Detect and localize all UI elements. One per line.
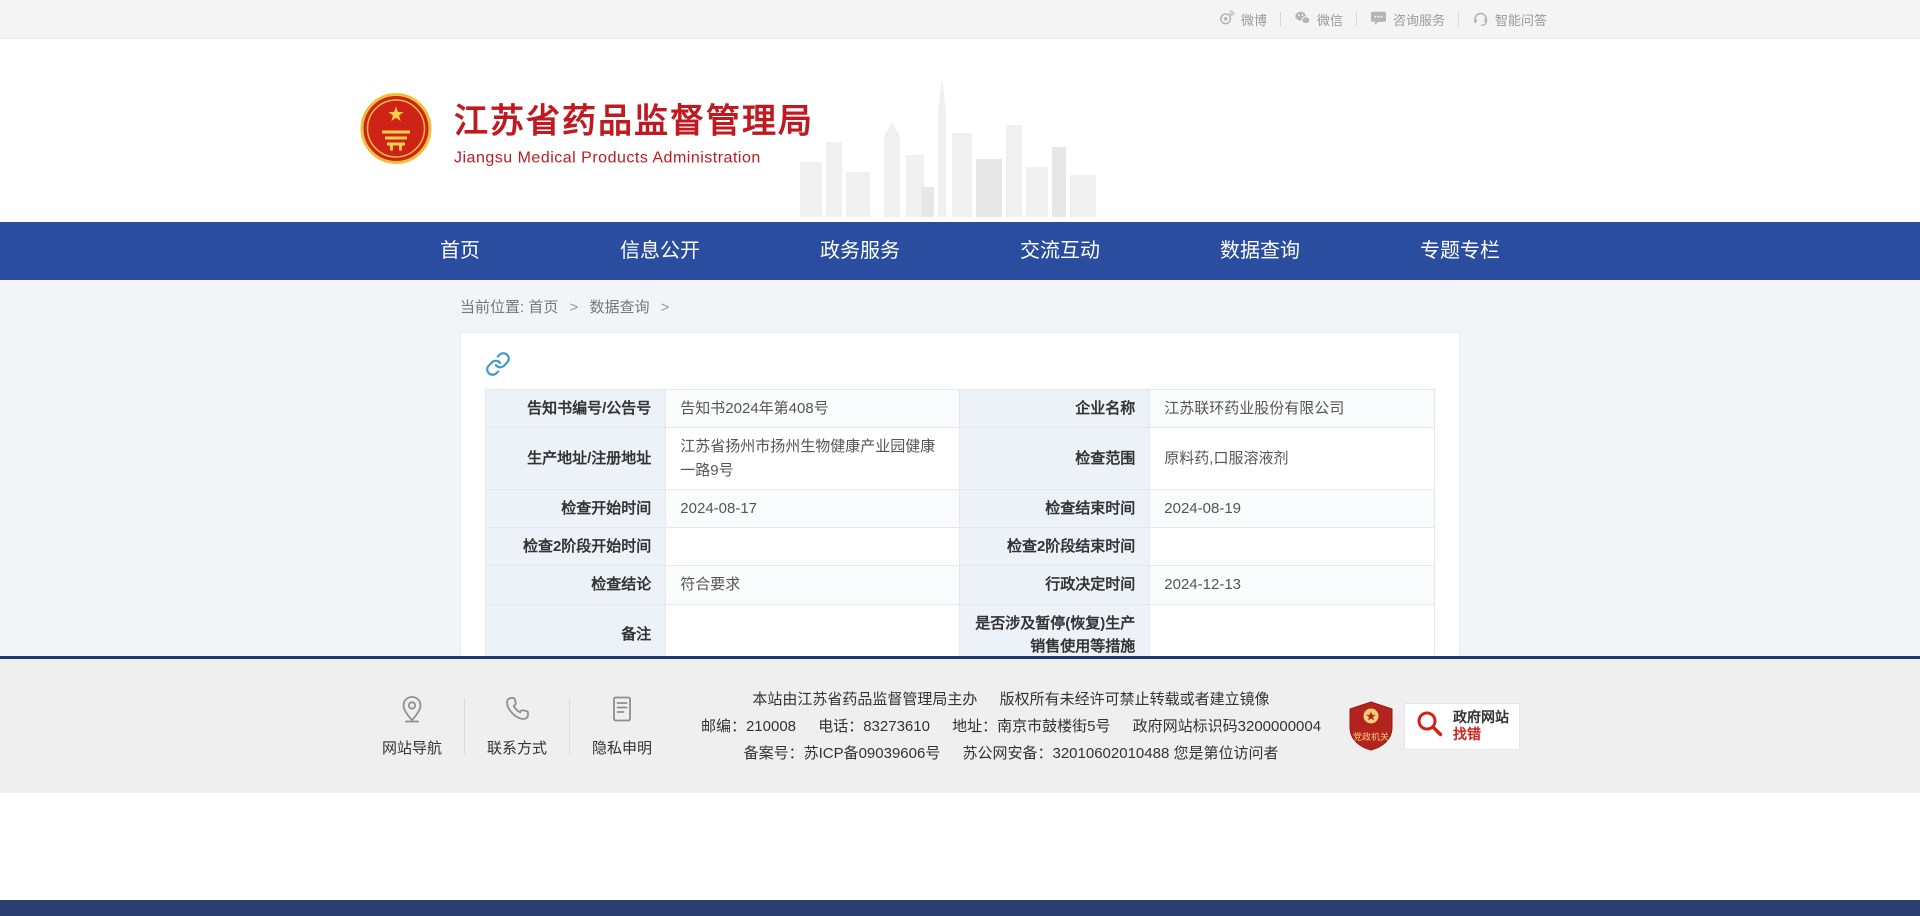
main-content: 当前位置: 首页 > 数据查询 > 告知书编号/公告号 告知书2024年第408…: [0, 280, 1920, 656]
city-skyline-watermark: [800, 67, 1100, 222]
field-value: [666, 528, 960, 566]
field-value: 2024-08-17: [666, 489, 960, 527]
inspection-detail-card: 告知书编号/公告号 告知书2024年第408号 企业名称 江苏联环药业股份有限公…: [460, 332, 1460, 689]
magnifier-icon: [1415, 709, 1445, 744]
field-value: 告知书2024年第408号: [666, 390, 960, 428]
smart-qa-icon: [1472, 9, 1489, 29]
breadcrumb: 当前位置: 首页 > 数据查询 >: [460, 296, 1460, 316]
site-subtitle: Jiangsu Medical Products Administration: [454, 150, 814, 168]
footer-phone: 电话：83273610: [818, 718, 930, 735]
field-label: 企业名称: [960, 390, 1150, 428]
footer-site-id: 政府网站标识码3200000004: [1133, 718, 1321, 735]
footer-address: 地址：南京市鼓楼街5号: [952, 718, 1110, 735]
footer-text: 本站由江苏省药品监督管理局主办 版权所有未经许可禁止转载或者建立镜像 邮编：21…: [674, 686, 1348, 767]
footer-postcode: 邮编：210008: [701, 718, 796, 735]
footer-link-sitemap[interactable]: 网站导航: [360, 694, 464, 758]
weibo-icon: [1218, 9, 1235, 29]
main-nav: 首页 信息公开 政务服务 交流互动 数据查询 专题专栏: [0, 222, 1920, 280]
field-label: 检查范围: [960, 428, 1150, 490]
field-label: 检查开始时间: [486, 489, 666, 527]
topbar-link-weibo[interactable]: 微博: [1205, 9, 1280, 29]
link-icon: [485, 351, 1435, 377]
field-label: 检查结束时间: [960, 489, 1150, 527]
footer-icp-number: 备案号：苏ICP备09039606号: [744, 745, 941, 762]
breadcrumb-link-home[interactable]: 首页: [528, 299, 558, 316]
footer-link-contact[interactable]: 联系方式: [465, 694, 569, 758]
topbar-link-label: 微信: [1317, 10, 1343, 29]
wechat-icon: [1294, 9, 1311, 29]
field-value: 2024-12-13: [1150, 566, 1435, 604]
footer-line-3: 备案号：苏ICP备09039606号 苏公网安备：32010602010488 …: [674, 740, 1348, 767]
footer-spacer: [0, 793, 1920, 900]
field-value: 2024-08-19: [1150, 489, 1435, 527]
topbar-link-consult-service[interactable]: 咨询服务: [1357, 9, 1458, 29]
field-label: 检查2阶段结束时间: [960, 528, 1150, 566]
error-badge-subtitle: 找错: [1453, 726, 1509, 743]
field-value: [1150, 528, 1435, 566]
table-row: 检查2阶段开始时间 检查2阶段结束时间: [486, 528, 1435, 566]
site-title: 江苏省药品监督管理局: [454, 94, 814, 143]
topbar-link-wechat[interactable]: 微信: [1281, 9, 1356, 29]
field-label: 告知书编号/公告号: [486, 390, 666, 428]
utility-topbar: 微博 微信 咨询服务 智能问答: [0, 0, 1920, 39]
footer-link-label: 联系方式: [487, 737, 547, 758]
footer-link-privacy[interactable]: 隐私申明: [570, 694, 674, 758]
footer-security-number: 苏公网安备：32010602010488 您是第位访问者: [963, 745, 1279, 762]
site-header: 江苏省药品监督管理局 Jiangsu Medical Products Admi…: [0, 39, 1920, 222]
nav-item-home[interactable]: 首页: [360, 222, 560, 280]
phone-icon: [502, 694, 532, 728]
topbar-link-label: 微博: [1241, 10, 1267, 29]
field-label: 生产地址/注册地址: [486, 428, 666, 490]
field-label: 检查结论: [486, 566, 666, 604]
brand[interactable]: 江苏省药品监督管理局 Jiangsu Medical Products Admi…: [360, 92, 814, 169]
document-icon: [607, 694, 637, 728]
breadcrumb-link-data-query[interactable]: 数据查询: [589, 299, 649, 316]
field-label: 检查2阶段开始时间: [486, 528, 666, 566]
website-error-correction-badge[interactable]: 政府网站 找错: [1404, 703, 1520, 750]
field-value: 原料药,口服溶液剂: [1150, 428, 1435, 490]
national-emblem: [360, 92, 432, 169]
inspection-table: 告知书编号/公告号 告知书2024年第408号 企业名称 江苏联环药业股份有限公…: [485, 389, 1435, 666]
footer-link-label: 网站导航: [382, 737, 442, 758]
footer-copyright-text: 版权所有未经许可禁止转载或者建立镜像: [1000, 691, 1270, 708]
footer-link-label: 隐私申明: [592, 737, 652, 758]
nav-item-gov-services[interactable]: 政务服务: [760, 222, 960, 280]
nav-item-interaction[interactable]: 交流互动: [960, 222, 1160, 280]
footer-badges: 党政机关 政府网站 找错: [1348, 700, 1520, 752]
nav-item-special-topics[interactable]: 专题专栏: [1360, 222, 1560, 280]
table-row: 检查结论 符合要求 行政决定时间 2024-12-13: [486, 566, 1435, 604]
table-row: 检查开始时间 2024-08-17 检查结束时间 2024-08-19: [486, 489, 1435, 527]
field-value: 符合要求: [666, 566, 960, 604]
party-government-agency-badge[interactable]: 党政机关: [1348, 700, 1394, 752]
topbar-link-label: 智能问答: [1495, 10, 1547, 29]
field-label: 行政决定时间: [960, 566, 1150, 604]
topbar-link-smart-qa[interactable]: 智能问答: [1459, 9, 1560, 29]
error-badge-title: 政府网站: [1453, 709, 1509, 726]
topbar-link-label: 咨询服务: [1393, 10, 1445, 29]
consult-service-icon: [1370, 9, 1387, 29]
breadcrumb-separator: >: [661, 299, 670, 316]
field-value: 江苏联环药业股份有限公司: [1150, 390, 1435, 428]
table-row: 生产地址/注册地址 江苏省扬州市扬州生物健康产业园健康一路9号 检查范围 原料药…: [486, 428, 1435, 490]
breadcrumb-prefix: 当前位置:: [460, 299, 524, 316]
nav-item-data-query[interactable]: 数据查询: [1160, 222, 1360, 280]
breadcrumb-separator: >: [570, 299, 579, 316]
map-pin-icon: [397, 694, 427, 728]
footer-quick-links: 网站导航 联系方式: [360, 694, 674, 758]
nav-item-info-disclosure[interactable]: 信息公开: [560, 222, 760, 280]
agency-badge-label: 党政机关: [1353, 731, 1389, 742]
bottom-strip: [0, 900, 1920, 916]
table-row: 告知书编号/公告号 告知书2024年第408号 企业名称 江苏联环药业股份有限公…: [486, 390, 1435, 428]
field-value: 江苏省扬州市扬州生物健康产业园健康一路9号: [666, 428, 960, 490]
footer-line-1: 本站由江苏省药品监督管理局主办 版权所有未经许可禁止转载或者建立镜像: [674, 686, 1348, 713]
footer-line-2: 邮编：210008 电话：83273610 地址：南京市鼓楼街5号 政府网站标识…: [674, 713, 1348, 740]
footer-host-text: 本站由江苏省药品监督管理局主办: [752, 691, 977, 708]
site-footer: 网站导航 联系方式: [0, 656, 1920, 793]
